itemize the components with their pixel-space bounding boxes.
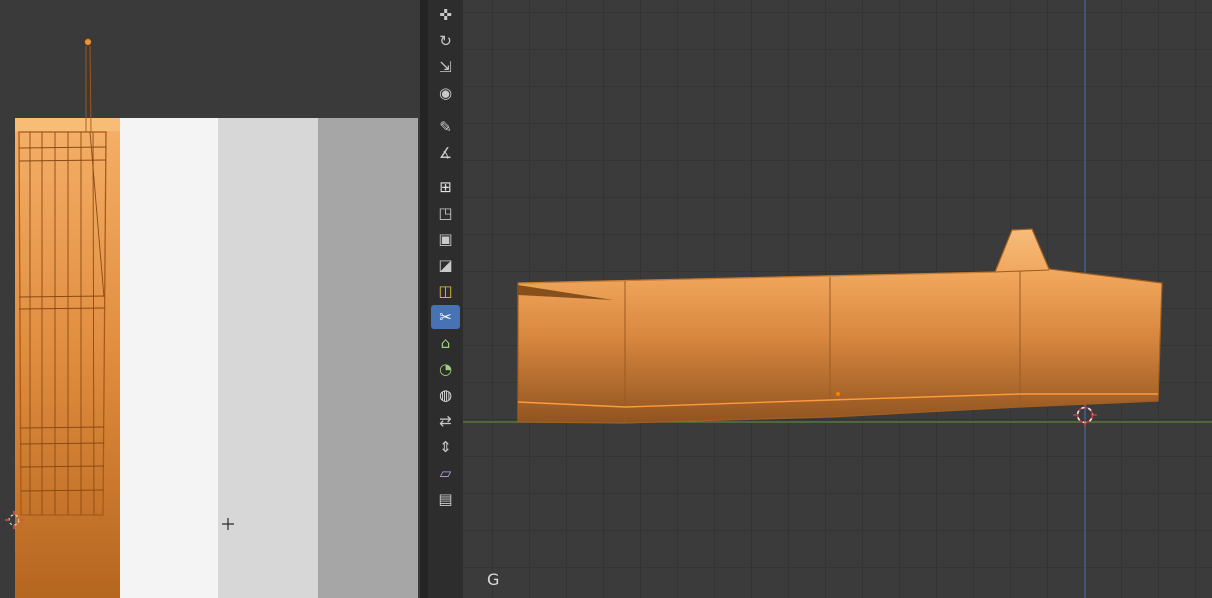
inset-faces-tool[interactable]: ▣ — [431, 227, 460, 251]
hud-operator-text: G — [487, 570, 500, 589]
shrink-fatten-tool[interactable]: ⇕ — [431, 435, 460, 459]
annotate-tool[interactable]: ✎ — [431, 115, 460, 139]
move-tool[interactable]: ✜ — [431, 3, 460, 27]
loop-cut-tool[interactable]: ◫ — [431, 279, 460, 303]
transform-tool[interactable]: ◉ — [431, 81, 460, 105]
viewport-canvas[interactable] — [463, 0, 1212, 598]
spin-tool[interactable]: ◔ — [431, 357, 460, 381]
extrude-region-tool[interactable]: ◳ — [431, 201, 460, 225]
measure-tool[interactable]: ∡ — [431, 141, 460, 165]
uv-editor-canvas[interactable] — [0, 0, 420, 598]
rotate-tool[interactable]: ↻ — [431, 29, 460, 53]
knife-tool[interactable]: ✂ — [431, 305, 460, 329]
mesh-object[interactable] — [517, 228, 1163, 424]
add-cube-tool[interactable]: ⊞ — [431, 175, 460, 199]
shear-tool[interactable]: ▱ — [431, 461, 460, 485]
smooth-tool[interactable]: ◍ — [431, 383, 460, 407]
scale-tool[interactable]: ⇲ — [431, 55, 460, 79]
mesh-selected-vertex[interactable] — [836, 392, 840, 396]
spike-knob — [84, 38, 92, 46]
uv-image-editor[interactable] — [0, 0, 420, 598]
rip-region-tool[interactable]: ▤ — [431, 487, 460, 511]
edge-slide-tool[interactable]: ⇄ — [431, 409, 460, 433]
poly-build-tool[interactable]: ⌂ — [431, 331, 460, 355]
blender-window: ✜ ↻ ⇲ ◉ ✎ ∡ ⊞ ◳ ▣ ◪ ◫ ✂ ⌂ ◔ ◍ ⇄ ⇕ ▱ ▤ G — [0, 0, 1212, 598]
area-divider[interactable] — [420, 0, 428, 598]
texture-image — [15, 118, 418, 598]
toolbar: ✜ ↻ ⇲ ◉ ✎ ∡ ⊞ ◳ ▣ ◪ ◫ ✂ ⌂ ◔ ◍ ⇄ ⇕ ▱ ▤ — [428, 0, 463, 598]
viewport-3d[interactable]: G — [463, 0, 1212, 598]
bevel-tool[interactable]: ◪ — [431, 253, 460, 277]
